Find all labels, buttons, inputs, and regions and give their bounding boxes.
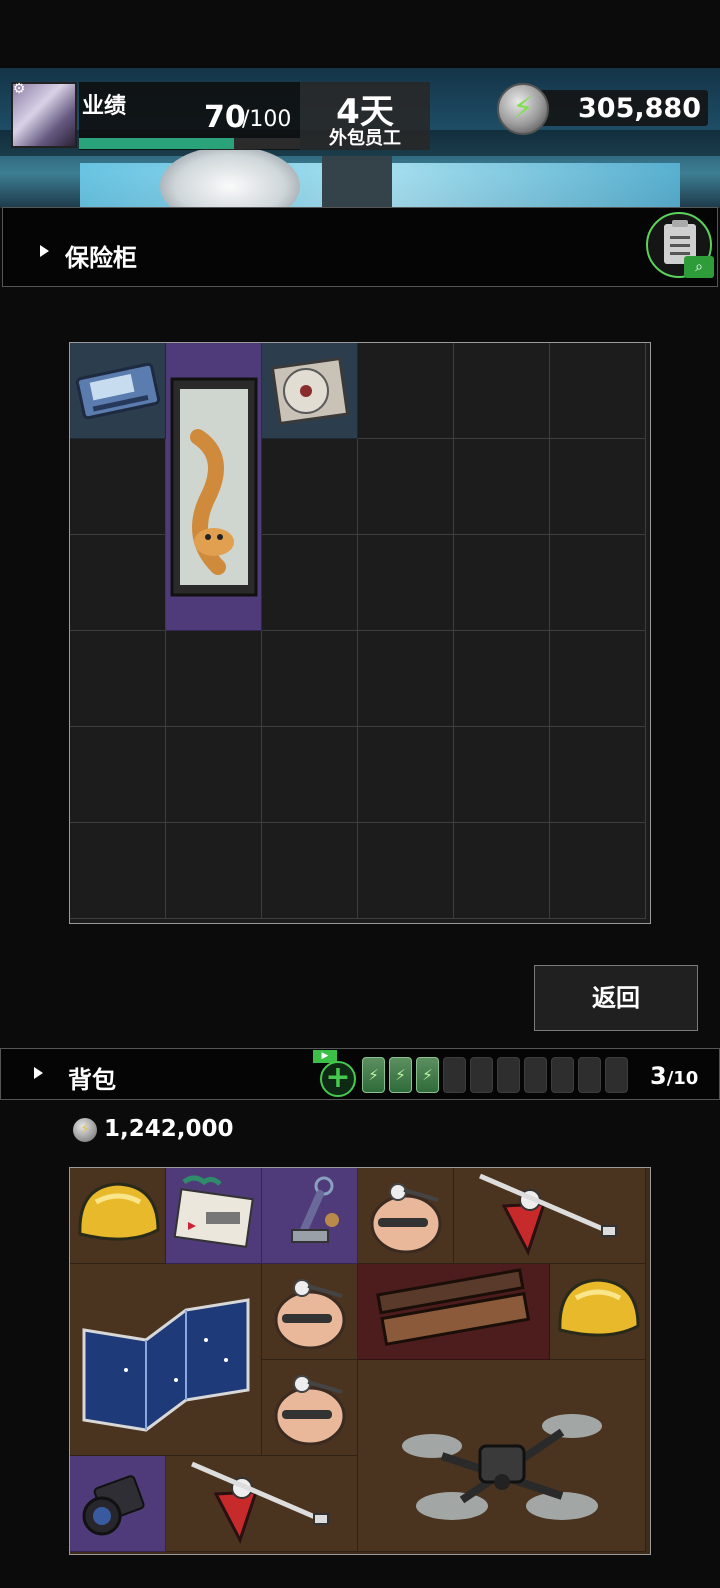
grid-cell[interactable] [454,535,550,631]
grid-cell[interactable] [166,823,262,919]
drone-item[interactable] [358,1360,646,1552]
grid-cell[interactable] [454,343,550,439]
grid-cell[interactable] [262,631,358,727]
grid-cell[interactable] [358,535,454,631]
battery-slot-icon [551,1057,574,1093]
hard-drive-item[interactable] [70,343,166,439]
energy-value: 305,880 [578,93,701,124]
money-coin-icon: ⚡ [73,1118,97,1142]
grid-cell[interactable] [550,343,646,439]
star-map-item[interactable] [70,1264,262,1456]
grid-cell[interactable] [358,823,454,919]
back-button[interactable]: 返回 [534,965,698,1031]
figurine-keychain-item[interactable] [262,1168,358,1264]
red-spinning-top-item[interactable] [166,1456,358,1552]
grid-cell[interactable] [550,727,646,823]
performance-progress-fill [79,138,234,149]
grid-cell[interactable] [358,631,454,727]
grid-cell[interactable] [70,631,166,727]
performance-value: 70 [204,100,246,135]
grid-cell[interactable] [166,631,262,727]
grid-cell[interactable] [70,727,166,823]
backpack-grid [69,1167,651,1555]
grid-cell[interactable] [262,823,358,919]
grid-cell[interactable] [454,823,550,919]
performance-label: 业绩 [82,94,127,119]
backpack-money: 1,242,000 [104,1116,234,1142]
grid-cell[interactable] [550,439,646,535]
gold-nugget-item[interactable] [550,1264,646,1360]
tiger-scroll-painting-item[interactable] [166,343,262,631]
red-spinning-top-item[interactable] [454,1168,646,1264]
energy-coin-icon: ⚡ [497,83,549,135]
add-capacity-button[interactable]: + [320,1061,356,1097]
postcard-item[interactable] [166,1168,262,1264]
egg-toy-item[interactable] [358,1168,454,1264]
grid-cell[interactable] [454,439,550,535]
battery-slot-icon [578,1057,601,1093]
egg-toy-item[interactable] [262,1360,358,1456]
grid-cell[interactable] [358,439,454,535]
collapse-arrow-icon[interactable] [40,245,49,257]
grid-cell[interactable] [166,727,262,823]
battery-slot-icon [497,1057,520,1093]
grid-cell[interactable] [550,631,646,727]
gold-nugget-item[interactable] [70,1168,166,1264]
backpack-capacity: 3/10 [650,1062,699,1090]
grid-cell[interactable] [70,439,166,535]
battery-slot-icon [524,1057,547,1093]
grid-cell[interactable] [358,727,454,823]
wooden-box-item[interactable] [358,1264,550,1360]
battery-slot-icon: ⚡ [389,1057,412,1093]
safe-grid [69,342,651,924]
grid-cell[interactable] [70,535,166,631]
battery-slot-icon: ⚡ [362,1057,385,1093]
magnifier-icon: ⌕ [684,256,714,278]
collapse-arrow-icon[interactable] [34,1067,43,1079]
grid-cell[interactable] [454,727,550,823]
performance-progress-bar [79,138,300,149]
battery-slot-icon [605,1057,628,1093]
camera-lens-item[interactable] [70,1456,166,1552]
gear-icon[interactable]: ⚙ [11,81,27,97]
grid-cell[interactable] [70,823,166,919]
grid-cell[interactable] [358,343,454,439]
grid-cell[interactable] [262,439,358,535]
grid-cell[interactable] [454,631,550,727]
safe-title: 保险柜 [65,244,137,272]
battery-slot-icon [443,1057,466,1093]
grid-cell[interactable] [262,727,358,823]
performance-max: /100 [242,107,292,132]
grid-cell[interactable] [262,535,358,631]
cd-disc-item[interactable] [262,343,358,439]
battery-slot-icon [470,1057,493,1093]
grid-cell[interactable] [550,823,646,919]
employee-status-label: 外包员工 [329,128,401,149]
inspect-button[interactable]: ⌕ [646,212,714,278]
backpack-title: 背包 [68,1066,116,1094]
egg-toy-item[interactable] [262,1264,358,1360]
battery-slot-icon: ⚡ [416,1057,439,1093]
grid-cell[interactable] [550,535,646,631]
